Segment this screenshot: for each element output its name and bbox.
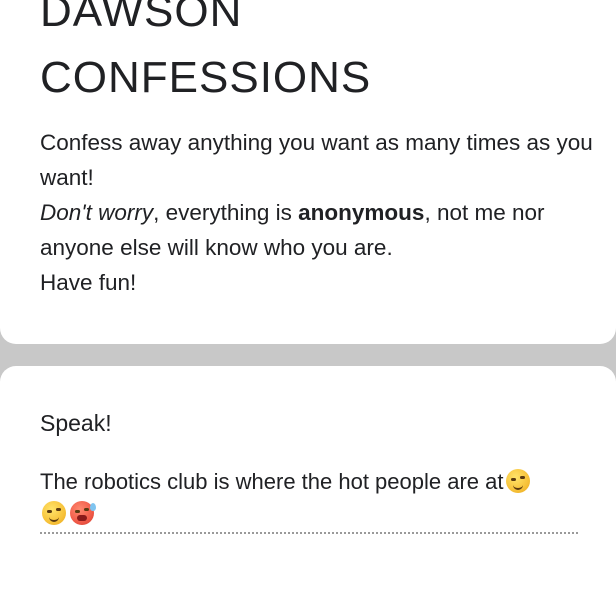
description-mid: , everything is [153,200,299,225]
hot-face-emoji [70,501,96,525]
description-line2: Don't worry, everything is anonymous, no… [40,195,600,265]
form-header-card: DAWSON CONFESSIONS Confess away anything… [0,0,616,344]
description-italic: Don't worry [40,200,154,225]
description-line1: Confess away anything you want as many t… [40,130,593,190]
description-bold: anonymous [298,200,425,225]
question-card: Speak! The robotics club is where the ho… [0,366,616,606]
answer-field-underline [40,532,578,534]
description-line3: Have fun! [40,270,137,295]
form-title-line2: CONFESSIONS [40,53,372,102]
answer-text: The robotics club is where the hot peopl… [40,469,504,494]
answer-field[interactable]: The robotics club is where the hot peopl… [40,466,560,530]
woozy-face-emoji [42,501,66,525]
woozy-face-emoji [505,469,530,493]
form-description: Confess away anything you want as many t… [40,125,600,300]
form-title-line1: DAWSON [40,0,243,36]
question-label: Speak! [40,410,112,436]
